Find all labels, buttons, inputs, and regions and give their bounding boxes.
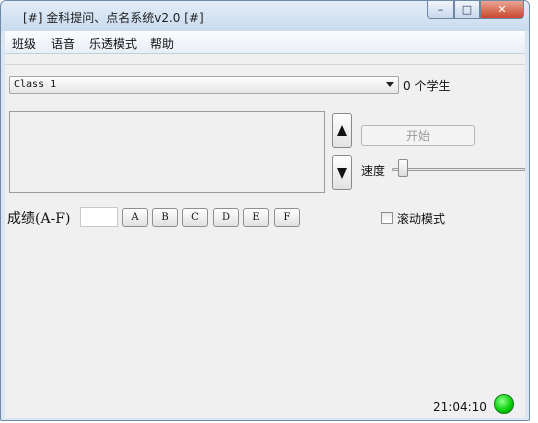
down-button[interactable] <box>332 155 352 190</box>
menu-item-help[interactable]: 帮助 <box>150 35 174 52</box>
student-count: 0 个学生 <box>403 79 451 93</box>
up-button[interactable] <box>332 113 352 148</box>
minimize-icon: – <box>437 3 444 16</box>
scroll-mode-label: 滚动模式 <box>397 212 446 226</box>
window-title: [#] 金科提问、点名系统v2.0 [#] <box>23 11 204 25</box>
arrow-down-icon <box>337 168 347 179</box>
grade-button-b[interactable]: B <box>152 208 178 227</box>
grade-button-a[interactable]: A <box>122 208 148 227</box>
menu-item-class[interactable]: 班级 <box>12 35 36 52</box>
scroll-mode-checkbox[interactable] <box>381 212 393 224</box>
start-button[interactable]: 开始 <box>361 125 475 146</box>
minimize-button[interactable]: – <box>427 1 454 19</box>
grade-button-d[interactable]: D <box>213 208 239 227</box>
grade-button-e[interactable]: E <box>243 208 269 227</box>
status-indicator <box>494 394 514 414</box>
speed-slider-track[interactable] <box>392 168 525 171</box>
menu-item-lotto-mode[interactable]: 乐透模式 <box>89 35 137 52</box>
menu-bar: 班级 语音 乐透模式 帮助 <box>5 31 525 54</box>
arrow-up-icon <box>337 125 347 136</box>
divider <box>5 64 525 65</box>
close-icon: ✕ <box>497 3 507 16</box>
close-button[interactable]: ✕ <box>480 1 524 19</box>
grade-button-c[interactable]: C <box>182 208 208 227</box>
grade-input[interactable] <box>80 207 118 227</box>
maximize-icon: □ <box>461 3 473 16</box>
main-panel: Class 1 0 个学生 开始 速度 成绩(A-F) A B C D E F … <box>5 54 525 418</box>
clock: 21:04:10 <box>433 400 487 414</box>
name-display-box[interactable] <box>9 111 325 193</box>
class-select-value: Class 1 <box>14 79 57 90</box>
chevron-down-icon[interactable] <box>386 82 394 87</box>
title-bar[interactable]: [#] 金科提问、点名系统v2.0 [#] – □ ✕ <box>1 1 529 31</box>
maximize-button[interactable]: □ <box>454 1 480 19</box>
speed-slider-thumb[interactable] <box>398 159 408 177</box>
grade-button-f[interactable]: F <box>274 208 300 227</box>
app-window: [#] 金科提问、点名系统v2.0 [#] – □ ✕ 班级 语音 乐透模式 帮… <box>0 0 530 421</box>
speed-label: 速度 <box>361 164 386 178</box>
grade-label: 成绩(A-F) <box>7 211 71 227</box>
class-select[interactable]: Class 1 <box>9 76 399 94</box>
menu-item-voice[interactable]: 语音 <box>51 35 75 52</box>
